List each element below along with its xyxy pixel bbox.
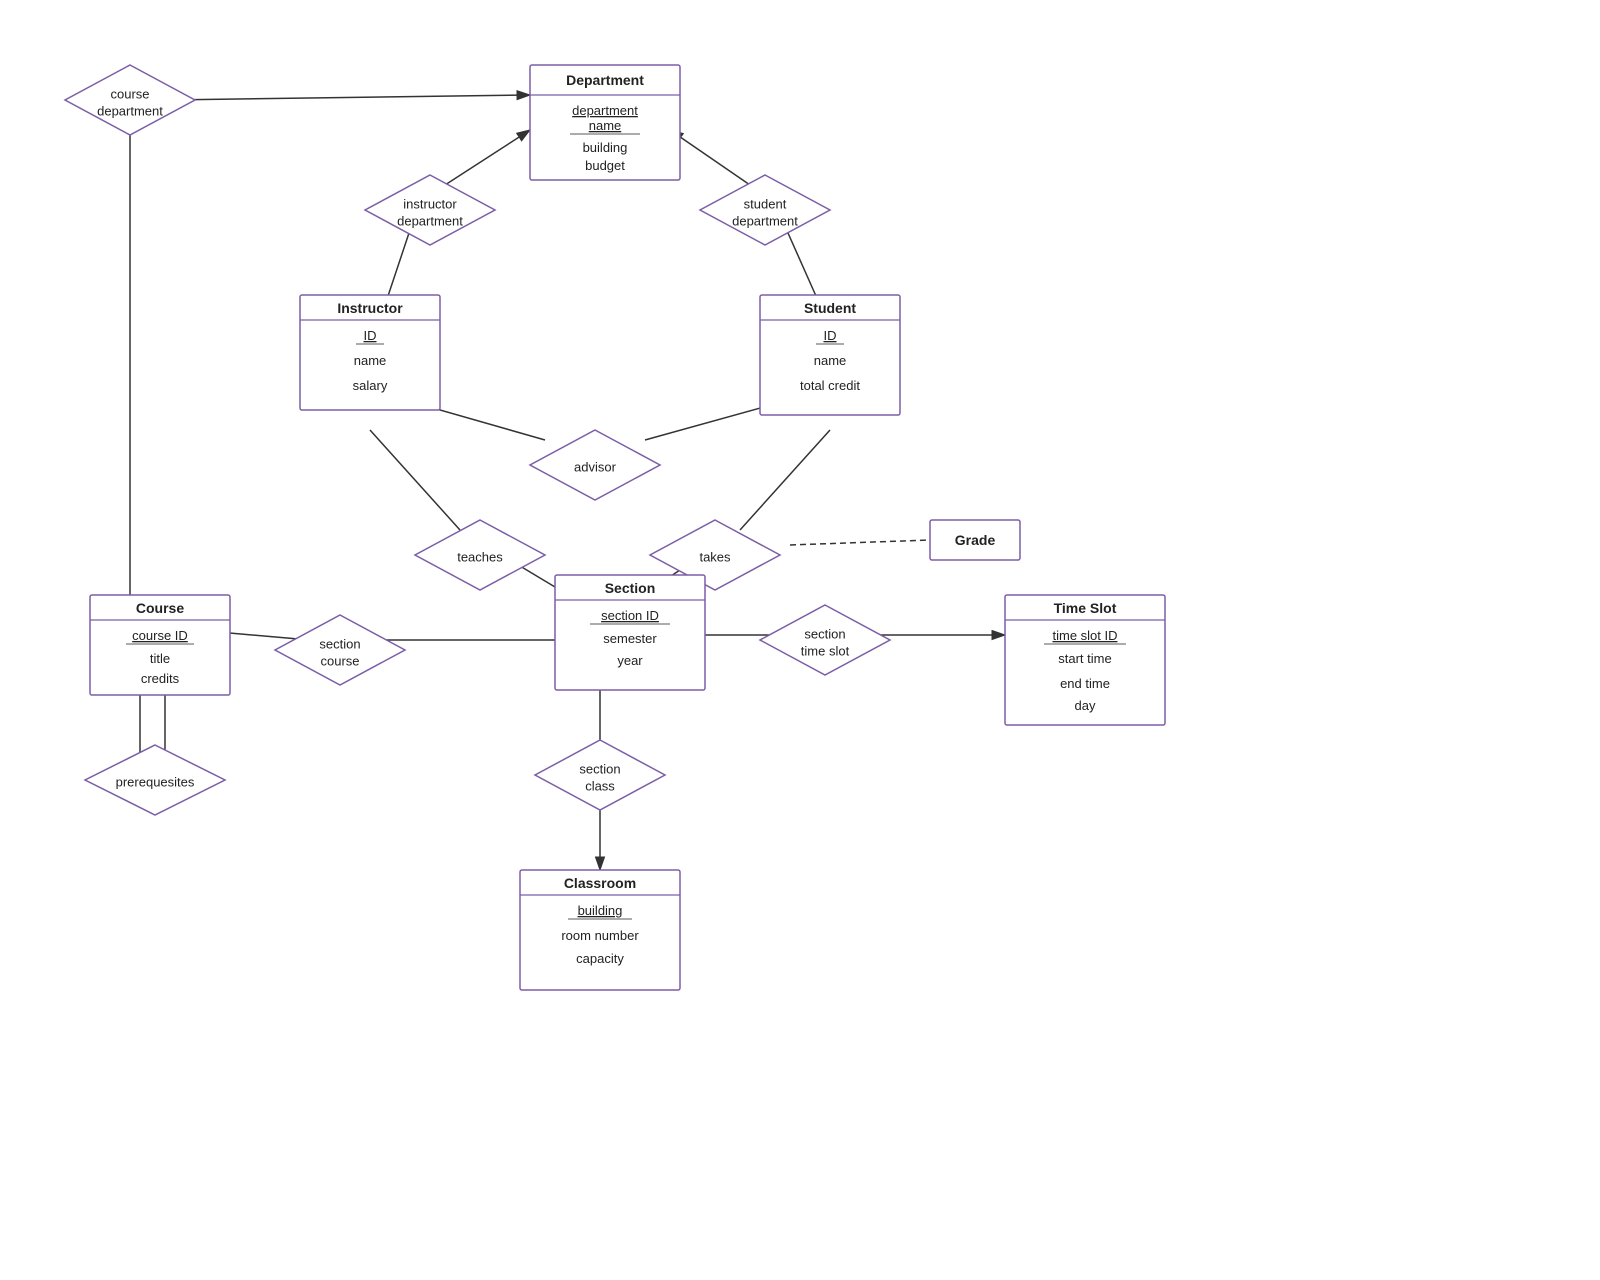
entity-classroom-title: Classroom	[564, 875, 636, 891]
line-course-dept-to-dept	[168, 95, 530, 100]
relationship-student-department-label2: department	[732, 213, 798, 228]
er-diagram: course department Department department …	[0, 0, 1600, 1280]
relationship-advisor: advisor	[530, 430, 660, 500]
relationship-course-department-label2: department	[97, 103, 163, 118]
entity-grade: Grade	[930, 520, 1020, 560]
entity-timeslot-attr-endtime: end time	[1060, 676, 1110, 691]
relationship-prerequisites-label: prerequesites	[116, 774, 195, 789]
entity-instructor-attr-salary: salary	[353, 378, 388, 393]
relationship-teaches: teaches	[415, 520, 545, 590]
relationship-section-timeslot: section time slot	[760, 605, 890, 675]
entity-course-attr-title: title	[150, 651, 170, 666]
line-inst-to-teaches	[370, 430, 460, 530]
relationship-instructor-department-label2: department	[397, 213, 463, 228]
relationship-section-class-label: section	[579, 761, 620, 776]
entity-department-title: Department	[566, 72, 644, 88]
line-stud-dept-to-dept	[670, 130, 750, 185]
line-takes-to-grade	[790, 540, 930, 545]
entity-timeslot-attr-id: time slot ID	[1052, 628, 1117, 643]
entity-classroom-attr-roomnumber: room number	[561, 928, 639, 943]
entity-section-attr-sectionid: section ID	[601, 608, 659, 623]
entity-department-attr-deptname2: name	[589, 118, 622, 133]
entity-course-attr-credits: credits	[141, 671, 180, 686]
entity-student-attr-name: name	[814, 353, 847, 368]
entity-department-attr-deptname: department	[572, 103, 638, 118]
relationship-student-department: student department	[700, 175, 830, 245]
line-inst-dept-to-dept	[445, 130, 530, 185]
relationship-student-department-label: student	[744, 196, 787, 211]
relationship-section-timeslot-label2: time slot	[801, 643, 850, 658]
relationship-takes-label: takes	[699, 549, 731, 564]
entity-instructor-title: Instructor	[337, 300, 403, 316]
entity-course: Course course ID title credits	[90, 595, 230, 695]
entity-department-attr-budget: budget	[585, 158, 625, 173]
relationship-section-class-label2: class	[585, 778, 615, 793]
line-stud-to-takes	[740, 430, 830, 530]
entity-classroom: Classroom building room number capacity	[520, 870, 680, 990]
relationship-course-department: course department	[65, 65, 195, 135]
entity-student: Student ID name total credit	[760, 295, 900, 415]
relationship-section-class: section class	[535, 740, 665, 810]
relationship-advisor-label: advisor	[574, 459, 617, 474]
entity-course-title: Course	[136, 600, 184, 616]
entity-instructor-attr-name: name	[354, 353, 387, 368]
entity-section-attr-semester: semester	[603, 631, 657, 646]
entity-instructor: Instructor ID name salary	[300, 295, 440, 410]
relationship-prerequisites: prerequesites	[85, 745, 225, 815]
entity-grade-title: Grade	[955, 532, 996, 548]
entity-timeslot: Time Slot time slot ID start time end ti…	[1005, 595, 1165, 725]
relationship-instructor-department-label: instructor	[403, 196, 457, 211]
relationship-section-course: section course	[275, 615, 405, 685]
relationship-course-department-label: course	[110, 86, 149, 101]
entity-student-attr-id: ID	[824, 328, 837, 343]
entity-classroom-attr-building: building	[578, 903, 623, 918]
entity-section: Section section ID semester year	[555, 575, 705, 690]
entity-student-title: Student	[804, 300, 856, 316]
relationship-section-course-label: section	[319, 636, 360, 651]
entity-classroom-attr-capacity: capacity	[576, 951, 624, 966]
entity-timeslot-attr-day: day	[1075, 698, 1096, 713]
entity-department: Department department name building budg…	[530, 65, 680, 180]
entity-section-title: Section	[605, 580, 656, 596]
relationship-teaches-label: teaches	[457, 549, 503, 564]
relationship-section-timeslot-label: section	[804, 626, 845, 641]
entity-course-attr-courseid: course ID	[132, 628, 188, 643]
relationship-section-course-label2: course	[320, 653, 359, 668]
entity-student-attr-totalcredit: total credit	[800, 378, 860, 393]
entity-section-attr-year: year	[617, 653, 643, 668]
entity-instructor-attr-id: ID	[364, 328, 377, 343]
relationship-instructor-department: instructor department	[365, 175, 495, 245]
entity-timeslot-title: Time Slot	[1054, 600, 1117, 616]
entity-department-attr-building: building	[583, 140, 628, 155]
entity-timeslot-attr-starttime: start time	[1058, 651, 1111, 666]
